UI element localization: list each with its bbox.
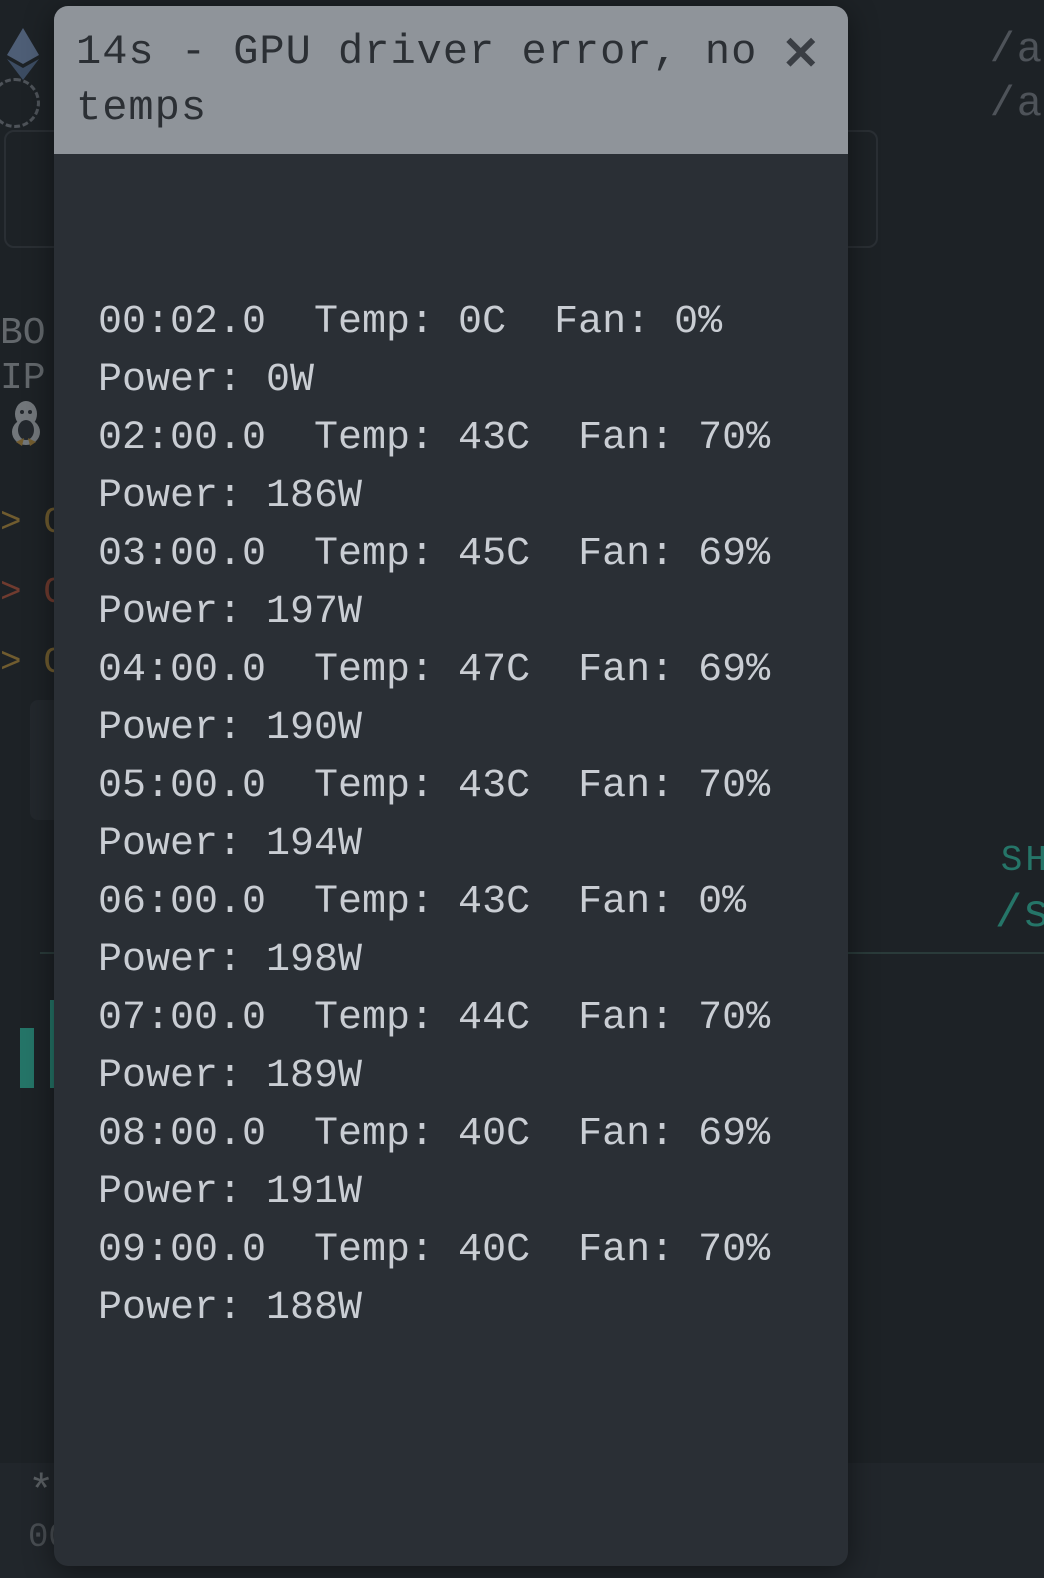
gpu-error-modal: 14s - GPU driver error, no temps ✕ 00:02…	[54, 6, 848, 1566]
gpu-row-power: Power: 194W	[98, 816, 804, 874]
gpu-row: 04:00.0 Temp: 47C Fan: 69%	[98, 642, 804, 700]
gpu-row: 00:02.0 Temp: 0C Fan: 0%	[98, 294, 804, 352]
gpu-row-power: Power: 190W	[98, 700, 804, 758]
gpu-row: 08:00.0 Temp: 40C Fan: 69%	[98, 1106, 804, 1164]
gpu-row: 03:00.0 Temp: 45C Fan: 69%	[98, 526, 804, 584]
gpu-row-power: Power: 198W	[98, 932, 804, 990]
close-icon[interactable]: ✕	[775, 24, 826, 90]
modal-title: 14s - GPU driver error, no temps	[76, 24, 775, 136]
gpu-row: 06:00.0 Temp: 43C Fan: 0%	[98, 874, 804, 932]
gpu-row: 02:00.0 Temp: 43C Fan: 70%	[98, 410, 804, 468]
gpu-row-power: Power: 191W	[98, 1164, 804, 1222]
gpu-row: 09:00.0 Temp: 40C Fan: 70%	[98, 1222, 804, 1280]
gpu-row-power: Power: 186W	[98, 468, 804, 526]
gpu-row-power: Power: 197W	[98, 584, 804, 642]
modal-body: 00:02.0 Temp: 0C Fan: 0%Power: 0W02:00.0…	[54, 154, 848, 1338]
gpu-row-power: Power: 0W	[98, 352, 804, 410]
gpu-row-power: Power: 188W	[98, 1280, 804, 1338]
gpu-row-power: Power: 189W	[98, 1048, 804, 1106]
gpu-row: 05:00.0 Temp: 43C Fan: 70%	[98, 758, 804, 816]
modal-header: 14s - GPU driver error, no temps ✕	[54, 6, 848, 154]
gpu-row: 07:00.0 Temp: 44C Fan: 70%	[98, 990, 804, 1048]
